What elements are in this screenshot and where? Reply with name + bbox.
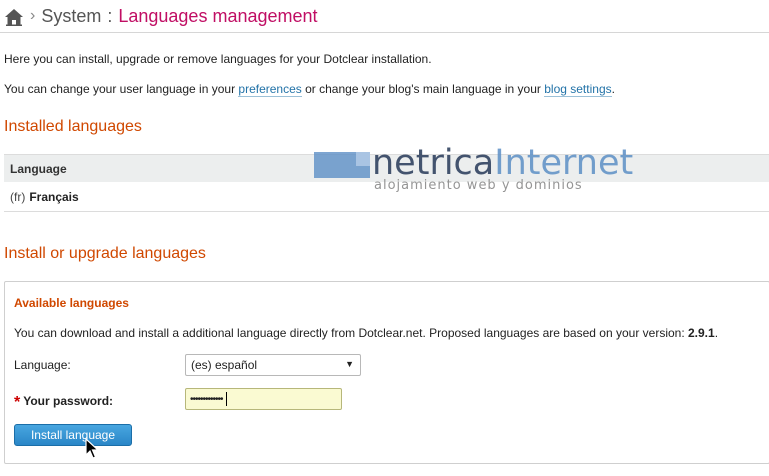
password-label-text: Your password: [23, 394, 114, 408]
breadcrumb-colon: : [107, 5, 113, 26]
intro-line-2: You can change your user language in you… [4, 82, 615, 97]
netrica-name-part2: Internet [494, 143, 634, 183]
intro-text-middle: or change your blog's main language in y… [301, 82, 545, 96]
netrica-watermark: netricaInternet alojamiento web y domini… [314, 143, 654, 197]
intro-line-1: Here you can install, upgrade or remove … [4, 52, 432, 66]
language-label: Language: [14, 358, 71, 372]
password-input[interactable]: ••••••••••••• [185, 388, 342, 410]
breadcrumb-system[interactable]: System [41, 6, 101, 27]
breadcrumb-separator: › [30, 7, 36, 24]
installed-languages-heading: Installed languages [4, 118, 142, 135]
install-languages-heading: Install or upgrade languages [4, 245, 206, 262]
required-mark: * [14, 394, 21, 411]
language-name: Français [29, 189, 79, 204]
blog-settings-link[interactable]: blog settings [544, 82, 612, 97]
description-end: . [714, 326, 719, 340]
page-title: Languages management [118, 5, 318, 26]
available-languages-fieldset: Available languages You can download and… [4, 281, 769, 464]
description-text: You can download and install a additiona… [14, 326, 688, 340]
netrica-tagline: alojamiento web y dominios [374, 178, 583, 193]
netrica-logo-accent [356, 152, 370, 166]
netrica-logo-text: netricaInternet [372, 143, 633, 183]
language-select[interactable]: (es) español ▼ [185, 354, 361, 376]
install-language-button[interactable]: Install language [14, 424, 132, 446]
password-label: * Your password: [14, 392, 114, 411]
text-caret [225, 392, 227, 406]
preferences-link[interactable]: preferences [238, 82, 302, 97]
dotclear-version: 2.9.1 [688, 326, 715, 340]
page-header: › System : Languages management [0, 0, 769, 33]
intro-text-after: . [611, 82, 615, 96]
language-select-value: (es) español [191, 358, 258, 372]
intro-text-before: You can change your user language in you… [4, 82, 239, 96]
mouse-pointer-icon [85, 438, 99, 459]
available-languages-legend: Available languages [14, 296, 129, 310]
chevron-down-icon: ▼ [345, 359, 354, 369]
available-languages-description: You can download and install a additiona… [14, 326, 718, 340]
password-value: ••••••••••••• [190, 393, 224, 405]
netrica-name-part1: netrica [372, 143, 495, 183]
home-icon[interactable] [4, 8, 24, 26]
language-code: (fr) [10, 189, 26, 204]
